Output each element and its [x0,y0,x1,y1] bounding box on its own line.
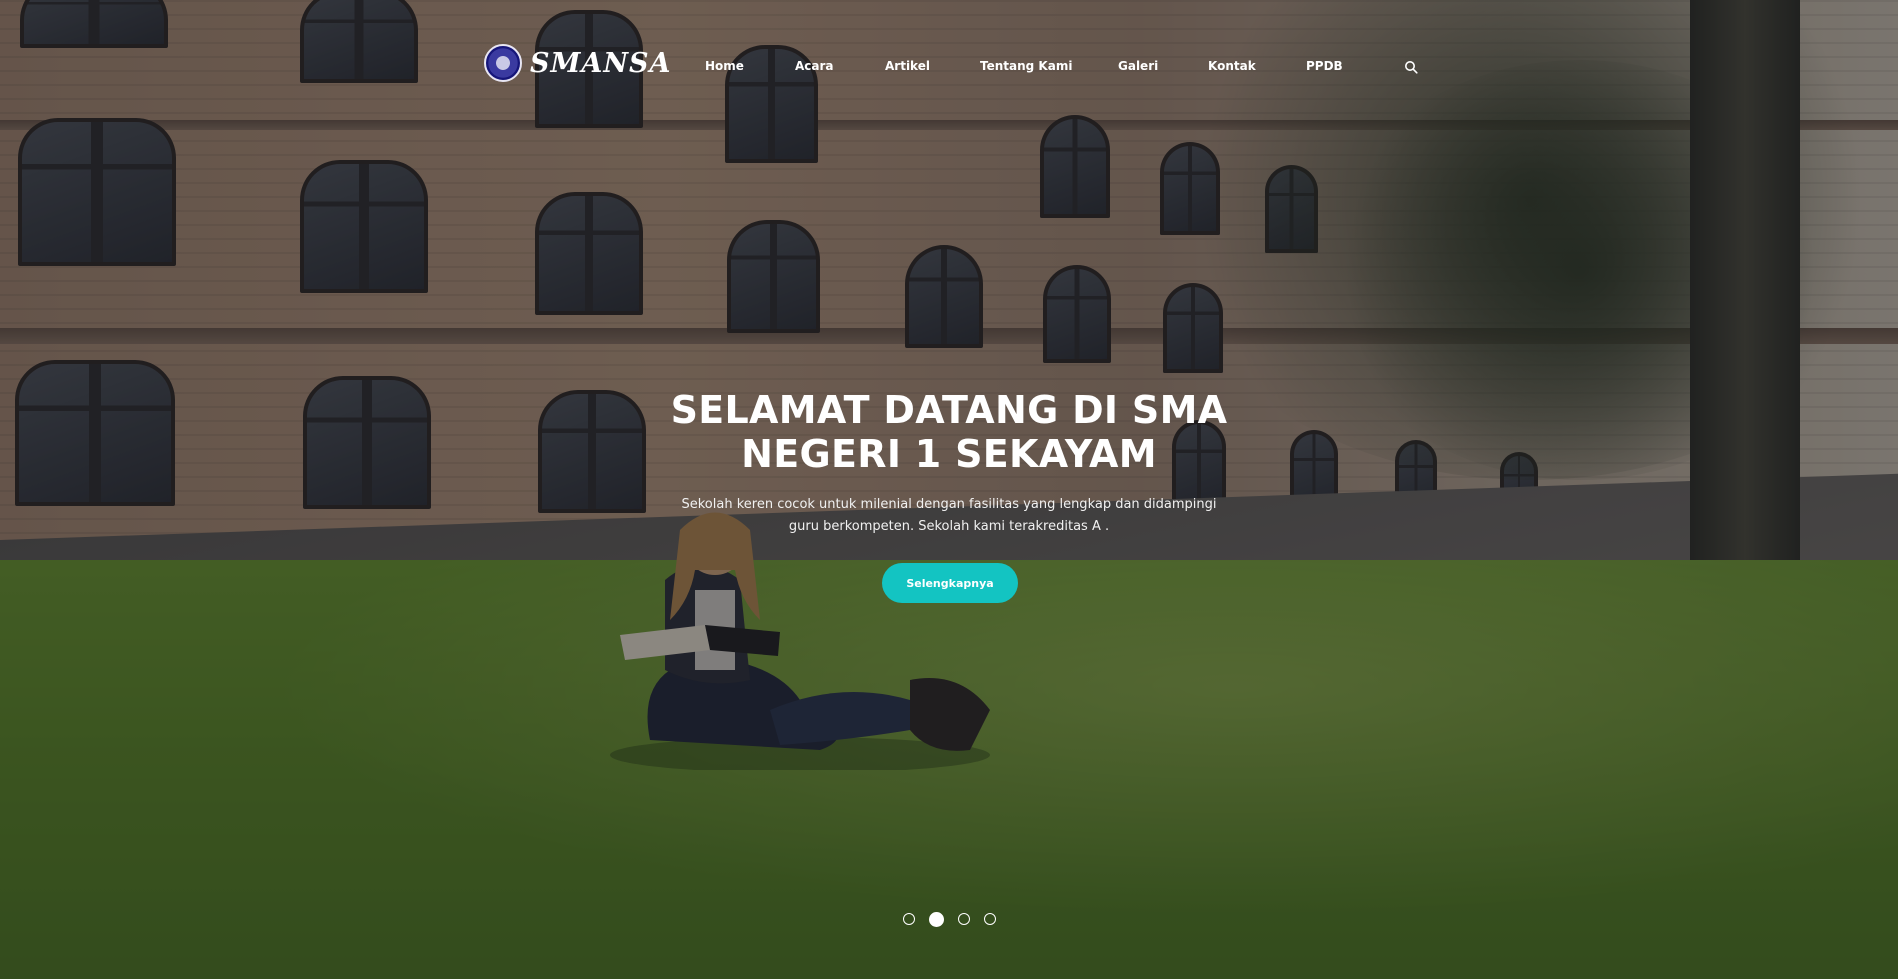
carousel-dot-2[interactable] [929,911,944,927]
nav-item-ppdb[interactable]: PPDB [1306,59,1343,73]
nav-item-tentang-kami[interactable]: Tentang Kami [980,59,1072,73]
carousel-dot-1[interactable] [903,913,915,925]
nav-item-galeri[interactable]: Galeri [1118,59,1158,73]
carousel-dot-4[interactable] [984,913,996,925]
carousel-dot-3[interactable] [958,913,970,925]
hero-title-line-2: NEGERI 1 SEKAYAM [741,432,1157,476]
nav-item-acara[interactable]: Acara [795,59,834,73]
hero-title: SELAMAT DATANG DI SMA NEGERI 1 SEKAYAM [649,388,1249,476]
hero-description: Sekolah keren cocok untuk milenial denga… [674,494,1224,538]
hero-description-line-1: Sekolah keren cocok untuk milenial denga… [681,497,1217,512]
hero-title-line-1: SELAMAT DATANG DI SMA [670,388,1228,432]
hero-section: SMANSA Home Acara Artikel Tentang Kami G… [0,0,1898,979]
hero-description-line-2: guru berkompeten. Sekolah kami terakredi… [788,519,1110,534]
brand-logo[interactable]: SMANSA [484,44,671,82]
nav-item-home[interactable]: Home [705,59,744,73]
hero-dark-overlay [0,0,1898,979]
selengkapnya-button[interactable]: Selengkapnya [882,563,1018,603]
nav-item-artikel[interactable]: Artikel [885,59,930,73]
school-emblem-icon [484,44,522,82]
carousel-indicators [903,911,996,927]
brand-name: SMANSA [530,47,672,79]
search-icon[interactable] [1404,60,1418,74]
site-header: SMANSA Home Acara Artikel Tentang Kami G… [0,0,1898,130]
nav-item-kontak[interactable]: Kontak [1208,59,1256,73]
